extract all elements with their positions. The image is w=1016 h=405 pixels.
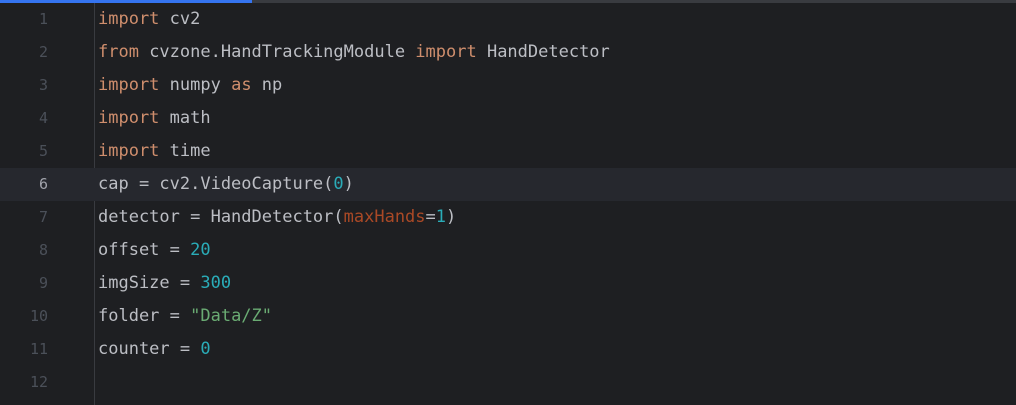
code-token: = (425, 207, 436, 227)
line-text[interactable]: cap = cv2.VideoCapture(0) (98, 168, 354, 201)
line-text[interactable]: import math (98, 102, 211, 135)
line-number: 12 (29, 373, 48, 391)
code-line[interactable]: 8 offset = 20 (0, 234, 1016, 267)
code-token: cv2 (159, 9, 201, 29)
keyword-token: as (231, 75, 252, 95)
line-text[interactable]: import cv2 (98, 3, 200, 36)
code-line[interactable]: 3 import numpy as np (0, 69, 1016, 102)
code-token: offset = (98, 240, 191, 260)
current-code-line[interactable]: 6 cap = cv2.VideoCapture(0) (0, 168, 1016, 201)
code-line[interactable]: 10 folder = "Data/Z" (0, 300, 1016, 333)
string-token: "Data/Z" (190, 306, 273, 326)
keyword-token: from (98, 42, 139, 62)
code-line[interactable]: 1 import cv2 (0, 3, 1016, 36)
keyword-token: import (98, 9, 160, 29)
code-line[interactable]: 5 import time (0, 135, 1016, 168)
line-text[interactable]: imgSize = 300 (98, 267, 231, 300)
code-token: HandDetector (476, 42, 610, 62)
line-number: 2 (38, 43, 48, 61)
number-token: 0 (333, 174, 344, 194)
code-token: cvzone.HandTrackingModule (138, 42, 416, 62)
code-token: math (159, 108, 211, 128)
line-text[interactable]: detector = HandDetector(maxHands=1) (98, 201, 456, 234)
number-token: 0 (200, 339, 211, 359)
code-line[interactable]: 9 imgSize = 300 (0, 267, 1016, 300)
line-number: 3 (38, 76, 48, 94)
code-token: numpy (159, 75, 232, 95)
code-token: detector = HandDetector( (98, 207, 344, 227)
code-line[interactable]: 7 detector = HandDetector(maxHands=1) (0, 201, 1016, 234)
code-line[interactable]: 4 import math (0, 102, 1016, 135)
keyword-token: import (98, 75, 160, 95)
line-number: 6 (38, 175, 48, 193)
keyword-token: import (98, 141, 160, 161)
line-text[interactable]: from cvzone.HandTrackingModule import Ha… (98, 36, 610, 69)
keyword-token: import (415, 42, 477, 62)
line-number: 4 (38, 109, 48, 127)
code-token: folder = (98, 306, 191, 326)
line-text[interactable]: offset = 20 (98, 234, 211, 267)
code-line[interactable]: 11 counter = 0 (0, 333, 1016, 366)
line-number: 7 (38, 208, 48, 226)
parameter-token: maxHands (343, 207, 426, 227)
line-number: 10 (29, 307, 48, 325)
keyword-token: import (98, 108, 160, 128)
code-token: ) (446, 207, 457, 227)
line-number: 1 (38, 10, 48, 28)
line-text[interactable]: import time (98, 135, 211, 168)
line-text[interactable]: folder = "Data/Z" (98, 300, 272, 333)
line-text[interactable]: import numpy as np (98, 69, 282, 102)
code-line[interactable]: 12 (0, 366, 1016, 399)
number-token: 1 (435, 207, 447, 227)
code-token: cap = cv2.VideoCapture( (98, 174, 334, 194)
number-token: 300 (200, 273, 232, 293)
line-number: 5 (38, 142, 48, 160)
code-token: ) (343, 174, 354, 194)
line-text[interactable]: counter = 0 (98, 333, 211, 366)
line-number: 11 (29, 340, 48, 358)
code-editor[interactable]: 1 import cv2 2 from cvzone.HandTrackingM… (0, 0, 1016, 405)
code-token: np (251, 75, 283, 95)
line-number: 8 (38, 241, 48, 259)
code-area[interactable]: 1 import cv2 2 from cvzone.HandTrackingM… (0, 3, 1016, 399)
code-token: counter = (98, 339, 201, 359)
code-line[interactable]: 2 from cvzone.HandTrackingModule import … (0, 36, 1016, 69)
code-token: time (159, 141, 211, 161)
code-token: imgSize = (98, 273, 201, 293)
line-number: 9 (38, 274, 48, 292)
number-token: 20 (190, 240, 211, 260)
